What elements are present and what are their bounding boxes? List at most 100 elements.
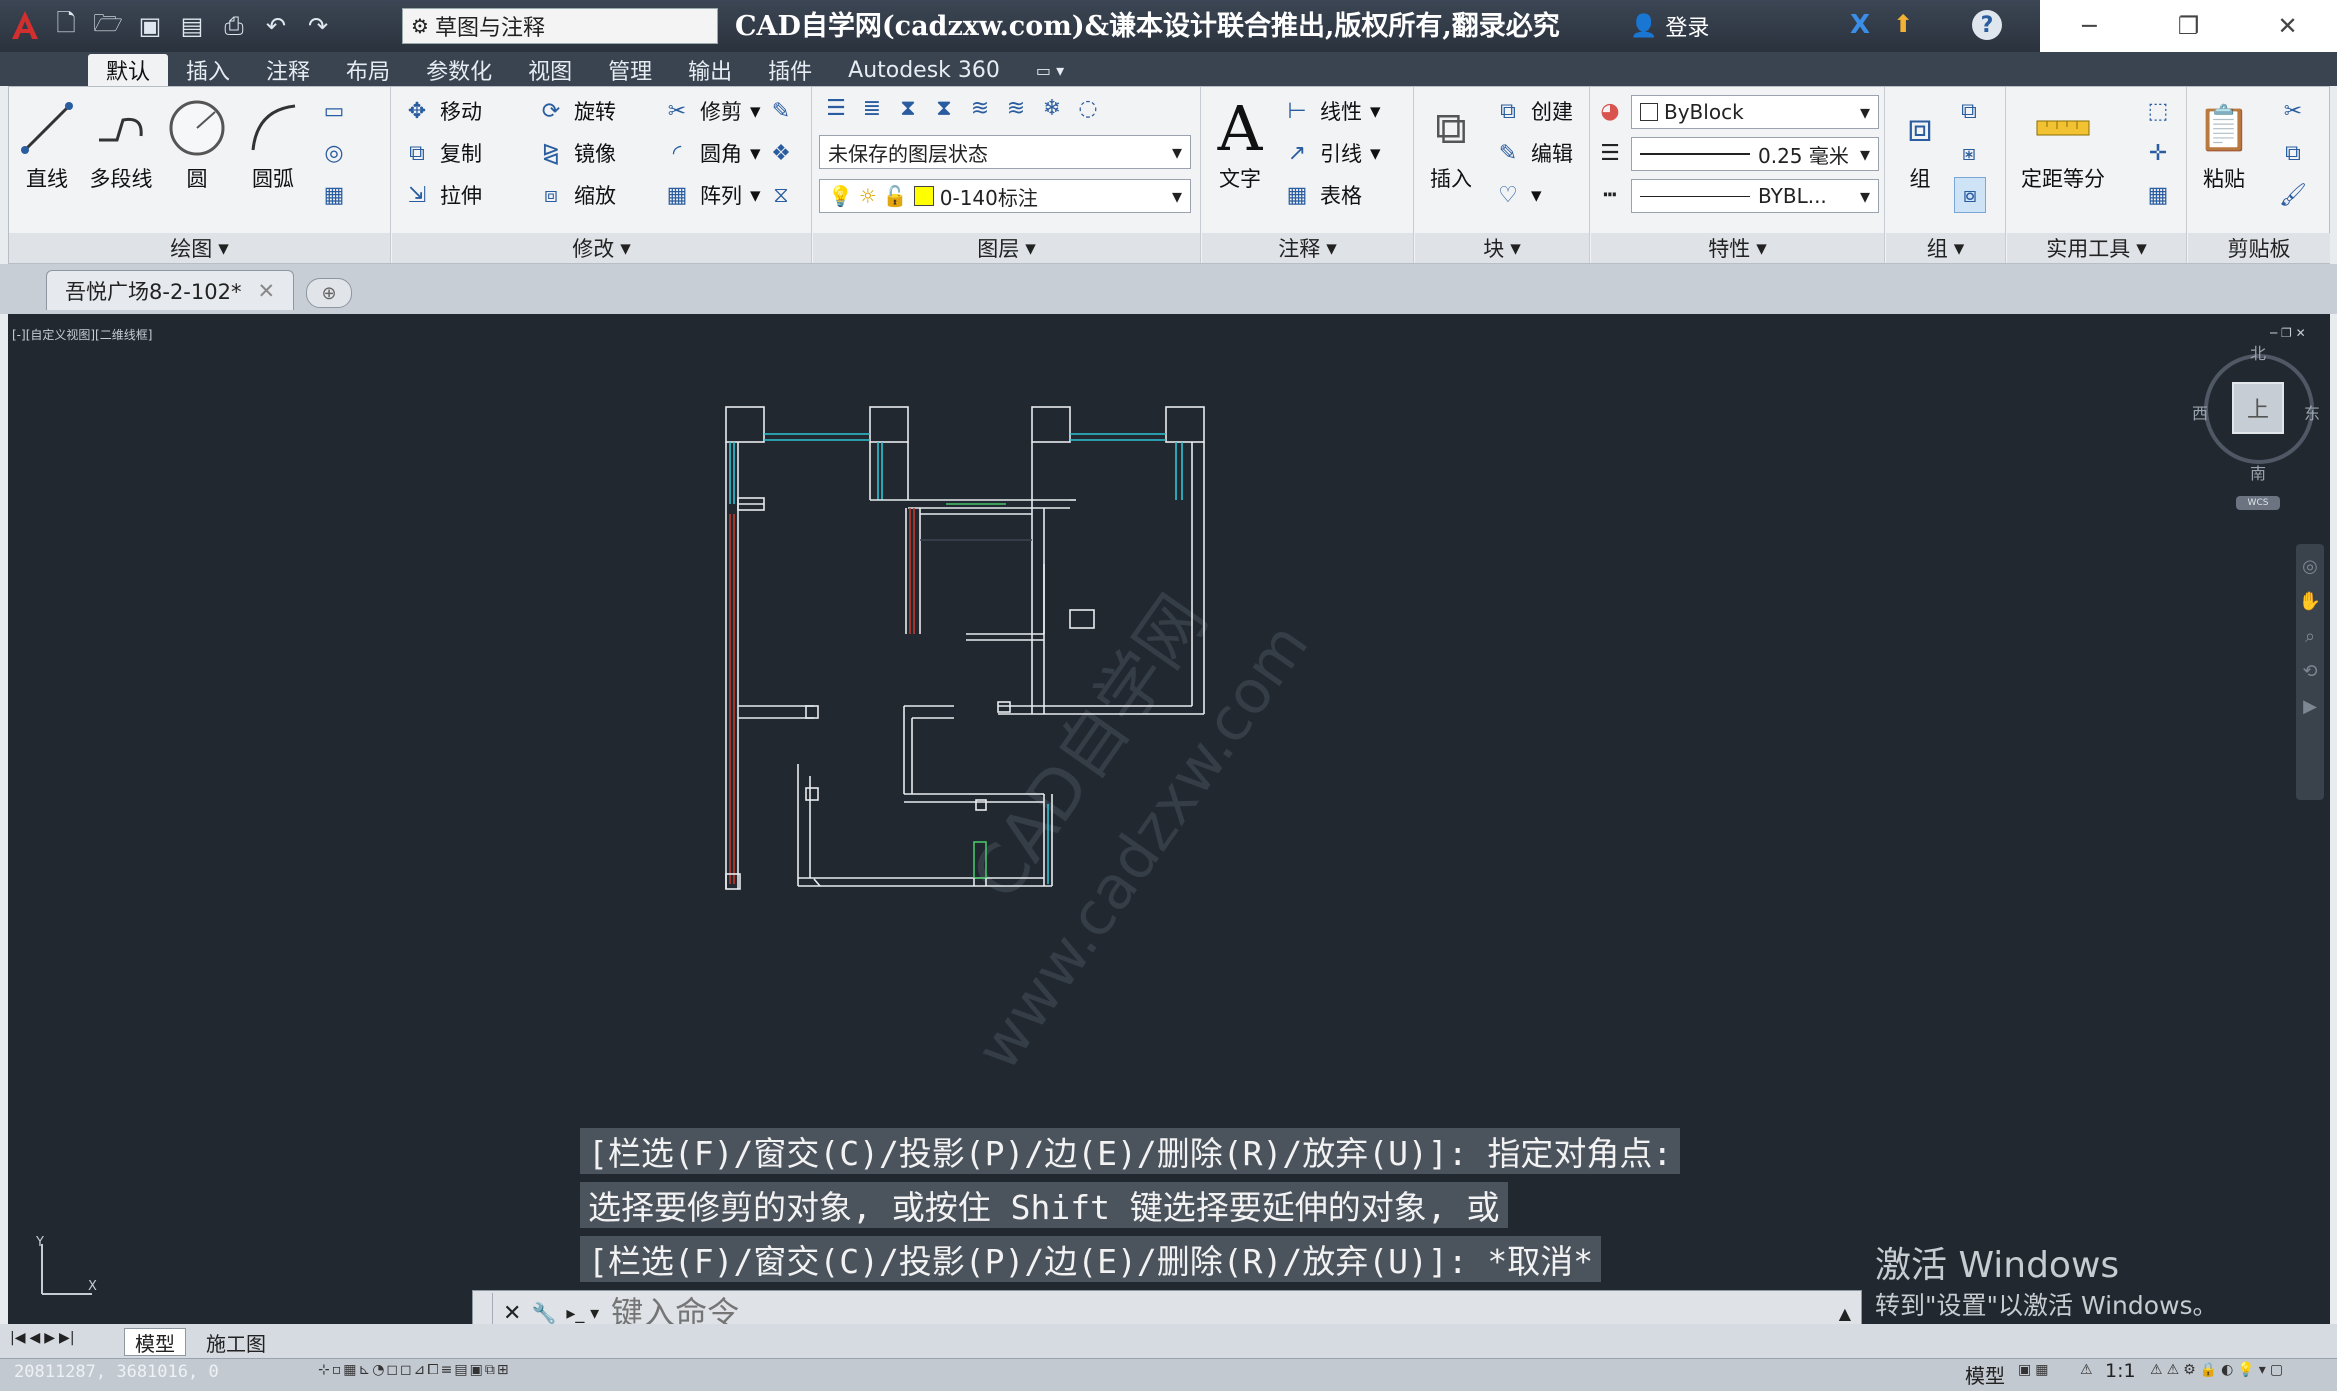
tab-layout[interactable]: 布局 [328,54,408,86]
file-tab[interactable]: 吾悦广场8-2-102* ✕ [46,270,294,310]
model-space-toggle[interactable]: 模型 [1965,1360,2005,1389]
am-icon[interactable]: ⊞ [497,1362,509,1378]
panel-annotation-label[interactable]: 注释 ▾ [1202,233,1413,263]
steering-wheel-icon[interactable]: ◎ [2302,556,2318,577]
insert-button[interactable]: ⧉ 插入 [1419,93,1483,193]
infer-icon[interactable]: ⊹ [318,1362,330,1378]
ortho-icon[interactable]: ⊾ [358,1362,370,1378]
stretch-button[interactable]: ⇲ 拉伸 [402,177,482,213]
layer-unisolate-icon[interactable]: ⧗ [929,93,959,123]
otrack-icon[interactable]: ◻ [400,1362,412,1378]
restore-icon[interactable]: ❐ [2139,0,2238,52]
linear-dimension-button[interactable]: ⊢ 线性 ▾ [1282,93,1380,129]
line-button[interactable]: 直线 [15,93,79,193]
tab-parametric[interactable]: 参数化 [408,54,510,86]
tab-model[interactable]: 模型 [124,1328,186,1356]
compass-south[interactable]: 南 [2250,460,2266,484]
workspace-select[interactable]: ⚙ 草图与注释 [402,8,718,44]
lock-icon[interactable]: 🔒 [2200,1362,2217,1378]
app-menu-button[interactable] [8,6,42,44]
panel-utilities-label[interactable]: 实用工具 ▾ [2007,233,2186,263]
tab-insert[interactable]: 插入 [168,54,248,86]
circle-button[interactable]: 圆 [165,93,229,193]
erase-button[interactable]: ✎ [766,93,796,129]
ungroup-button[interactable]: ⧉ [1954,93,1984,129]
qp-icon[interactable]: ▣ [470,1362,483,1378]
layer-state-icon[interactable]: ≣ [857,93,887,123]
calculator-button[interactable]: ▦ [2143,177,2173,213]
a360-icon[interactable]: ⬆ [1893,10,1913,38]
close-icon[interactable]: ✕ [2238,0,2337,52]
offset-button[interactable]: ⧖ [766,177,796,213]
tab-autodesk-360[interactable]: Autodesk 360 [830,54,1018,86]
rotate-button[interactable]: ⟳ 旋转 [536,93,616,129]
array-button[interactable]: ▦ 阵列 ▾ [662,177,761,213]
orbit-icon[interactable]: ⟲ [2302,661,2317,682]
match-properties-button[interactable]: ◕ [1595,93,1625,129]
sc-icon[interactable]: ⧉ [485,1362,495,1378]
viewport-controls[interactable]: ─ ❐ ✕ [2270,326,2306,340]
panel-layers-label[interactable]: 图层 ▾ [813,233,1200,263]
group-button[interactable]: ⧈ 组 [1888,93,1952,193]
leader-button[interactable]: ↗ 引线 ▾ [1282,135,1381,171]
tab-view[interactable]: 视图 [510,54,590,86]
clean-screen-icon[interactable]: ▢ [2270,1362,2283,1378]
auto-scale-icon[interactable]: ⚠ [2167,1362,2180,1378]
fillet-button[interactable]: ◜ 圆角 ▾ [662,135,761,171]
hatch-button[interactable]: ▦ [319,177,349,213]
panel-properties-label[interactable]: 特性 ▾ [1591,233,1884,263]
group-selection-button[interactable]: ⧇ [1954,177,1986,213]
layer-freeze-icon[interactable]: ❄ [1037,93,1067,123]
redo-icon[interactable]: ↷ [300,8,336,44]
group-edit-button[interactable]: ⧆ [1954,135,1984,171]
arc-button[interactable]: 圆弧 [241,93,305,193]
polyline-button[interactable]: 多段线 [89,93,153,193]
tab-output[interactable]: 输出 [670,54,750,86]
table-button[interactable]: ▦ 表格 [1282,177,1362,213]
new-file-icon[interactable]: 🗋 [48,8,84,44]
grid-icon[interactable]: ▦ [343,1362,356,1378]
current-layer-select[interactable]: 💡 ☼ 🔓 0-140标注 ▾ [819,179,1191,213]
isolate-objects-icon[interactable]: 💡 [2237,1362,2254,1378]
lineweight-toggle-icon[interactable]: ≡ [441,1362,453,1378]
compass-west[interactable]: 西 [2192,400,2208,424]
hardware-accel-icon[interactable]: ◐ [2221,1362,2233,1378]
create-block-button[interactable]: ⧉ 创建 [1493,93,1573,129]
tab-plugins[interactable]: 插件 [750,54,830,86]
tab-construction-drawing[interactable]: 施工图 [196,1328,276,1356]
pan-icon[interactable]: ✋ [2299,591,2321,612]
osnap-icon[interactable]: ◻ [386,1362,398,1378]
viewcube-top[interactable]: 上 [2232,382,2284,434]
snap-icon[interactable]: ▫ [332,1362,342,1378]
wrench-icon[interactable]: 🔧 [531,1301,556,1325]
annotation-scale[interactable]: 1:1 [2105,1360,2136,1382]
chevron-up-icon[interactable]: ▲ [1839,1304,1851,1323]
save-as-icon[interactable]: ▤ [174,8,210,44]
layer-match-icon[interactable]: ≋ [965,93,995,123]
panel-block-label[interactable]: 块 ▾ [1415,233,1589,263]
wcs-badge[interactable]: WCS [2236,496,2280,510]
match-button[interactable]: 🖌 [2278,177,2308,213]
annotation-visibility-icon[interactable]: ⚠ [2150,1362,2163,1378]
ribbon-options-icon[interactable]: ▭ ▾ [1018,54,1082,86]
compass-north[interactable]: 北 [2250,340,2266,364]
prev-layout-icon[interactable]: ◀ [29,1330,40,1346]
cut-button[interactable]: ✂ [2278,93,2308,129]
showmotion-icon[interactable]: ▶ [2303,696,2317,717]
quick-select-button[interactable]: ⬚ [2143,93,2173,129]
login-button[interactable]: 👤 登录 [1630,10,1709,42]
close-icon[interactable]: ✕ [257,279,275,303]
move-button[interactable]: ✥ 移动 [402,93,482,129]
print-icon[interactable]: ⎙ [216,8,252,44]
ducs-icon[interactable]: ⊿ [414,1362,426,1378]
quick-view-layouts-icon[interactable]: ▣ [2018,1362,2031,1378]
panel-groups-label[interactable]: 组 ▾ [1886,233,2005,263]
edit-block-button[interactable]: ✎ 编辑 [1493,135,1573,171]
annotation-scale-icon[interactable]: ⚠ [2080,1362,2093,1378]
open-file-icon[interactable]: 🗁 [90,8,126,44]
text-button[interactable]: A 文字 [1208,92,1272,193]
quick-view-drawings-icon[interactable]: ▦ [2035,1362,2048,1378]
workspace-switch-icon[interactable]: ⚙ [2183,1362,2196,1378]
layer-isolate-icon[interactable]: ⧗ [893,93,923,123]
scale-button[interactable]: ⧈ 缩放 [536,177,616,213]
